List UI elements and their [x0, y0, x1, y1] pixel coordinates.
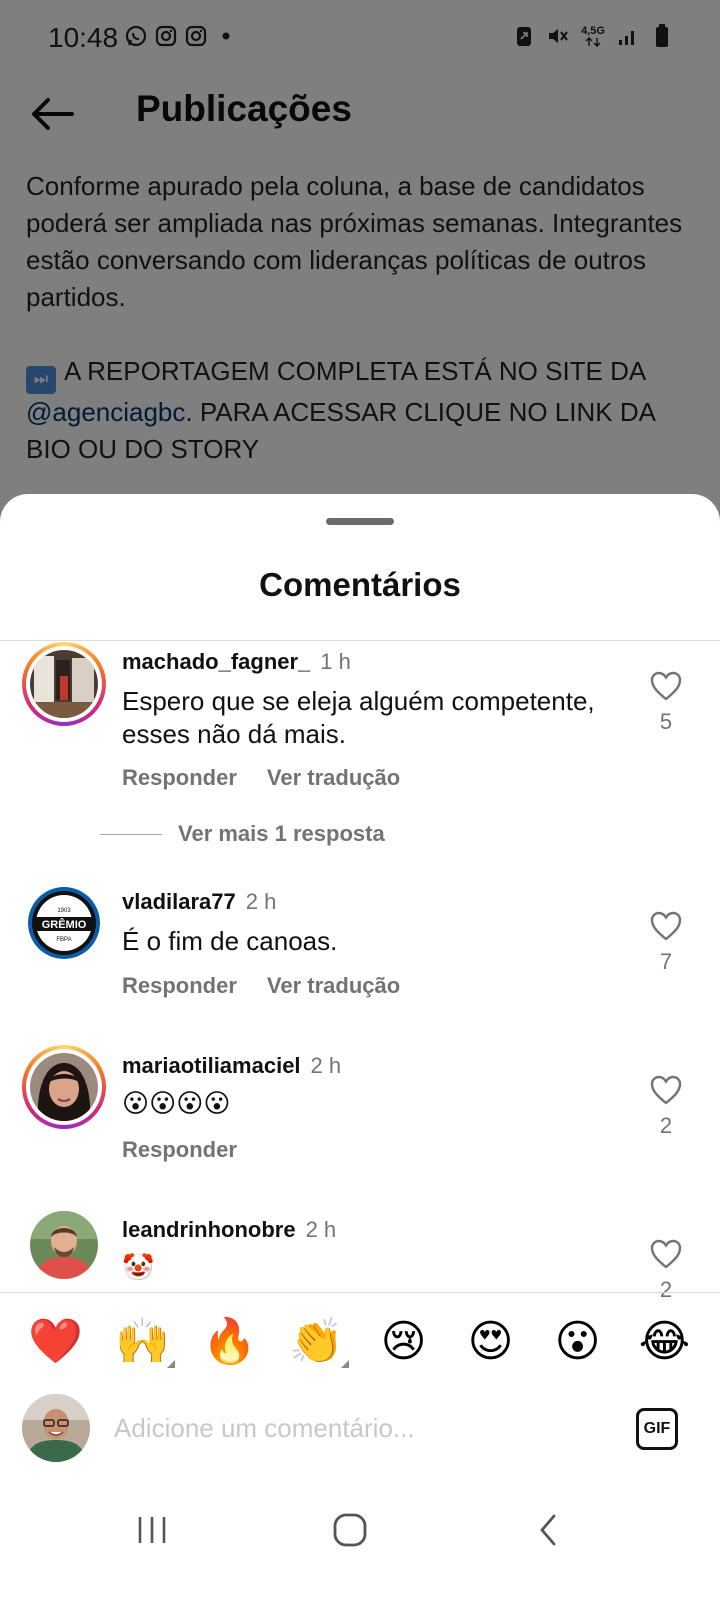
reaction-raised-hands-button[interactable]: 🙌 — [115, 1314, 175, 1370]
comment-text: 😮😮😮😮 — [122, 1088, 231, 1118]
comments-sheet: Comentários machado_fagner_ 1 h Espero qu… — [0, 494, 720, 1600]
svg-text:1903: 1903 — [57, 908, 71, 914]
skin-tone-indicator — [340, 1360, 349, 1368]
comment-username[interactable]: mariaotiliamaciel 2 h — [122, 1053, 341, 1079]
system-nav-bar — [0, 1476, 720, 1600]
avatar[interactable] — [28, 1209, 100, 1281]
like-count: 7 — [659, 949, 673, 974]
comment-username[interactable]: vladilara77 2 h — [122, 889, 276, 915]
comment-text: É o fim de canoas. — [122, 926, 338, 956]
current-user-avatar — [22, 1394, 90, 1462]
reaction-clapping-button[interactable]: 👏 — [289, 1314, 349, 1370]
recent-apps-icon[interactable] — [122, 1510, 182, 1550]
avatar[interactable] — [22, 1045, 106, 1129]
view-more-replies[interactable]: Ver mais 1 resposta — [100, 821, 385, 847]
like-control: 7 — [646, 911, 686, 975]
divider — [100, 833, 162, 835]
comment-text: 🤡 — [122, 1252, 155, 1282]
heart-icon[interactable] — [650, 911, 682, 941]
heart-icon[interactable] — [650, 671, 682, 701]
divider — [0, 1292, 720, 1293]
comment-username[interactable]: machado_fagner_ 1 h — [122, 649, 351, 675]
comment-time: 1 h — [320, 649, 351, 674]
translate-button[interactable]: Ver tradução — [267, 765, 400, 791]
reaction-laughing-button[interactable]: 😂 — [637, 1314, 693, 1370]
translate-button[interactable]: Ver tradução — [267, 973, 400, 999]
drag-handle[interactable] — [326, 518, 394, 525]
comment-text: Espero que se eleja alguém competente, e… — [122, 686, 595, 749]
heart-icon[interactable] — [650, 1239, 682, 1269]
sheet-title: Comentários — [259, 566, 461, 603]
comment-input[interactable] — [114, 1408, 604, 1448]
reaction-surprised-button[interactable]: 😮 — [550, 1314, 606, 1370]
reaction-heart-button[interactable]: ❤️ — [28, 1314, 84, 1370]
like-control: 2 — [646, 1239, 686, 1303]
reply-button[interactable]: Responder — [122, 765, 237, 791]
svg-text:GRÊMIO: GRÊMIO — [42, 918, 87, 931]
home-icon[interactable] — [320, 1510, 380, 1550]
svg-text:FBPA: FBPA — [56, 937, 71, 943]
quick-reactions-bar: ❤️ 🙌 🔥 👏 😢 😍 😮 😂 — [0, 1304, 720, 1380]
comments-list[interactable]: machado_fagner_ 1 h Espero que se eleja a… — [0, 641, 720, 1313]
avatar[interactable] — [22, 642, 106, 726]
reply-button[interactable]: Responder — [122, 973, 237, 999]
like-control: 2 — [646, 1075, 686, 1139]
comment-time: 2 h — [310, 1053, 342, 1078]
comment-composer: GIF — [0, 1388, 720, 1468]
avatar[interactable]: GRÊMIO 1903 FBPA — [22, 881, 106, 965]
reply-button[interactable]: Responder — [122, 1137, 237, 1163]
comment-time: 2 h — [245, 889, 277, 914]
back-icon[interactable] — [518, 1510, 578, 1550]
comment-username[interactable]: leandrinhonobre 2 h — [122, 1217, 336, 1243]
like-count: 2 — [659, 1277, 673, 1302]
reaction-fire-button[interactable]: 🔥 — [202, 1314, 258, 1370]
gif-button[interactable]: GIF — [636, 1408, 678, 1450]
like-control: 5 — [646, 671, 686, 735]
comment-time: 2 h — [305, 1217, 337, 1242]
heart-icon[interactable] — [650, 1075, 682, 1105]
like-count: 5 — [659, 709, 673, 734]
like-count: 2 — [659, 1113, 673, 1138]
reaction-crying-button[interactable]: 😢 — [376, 1314, 432, 1370]
reaction-heart-eyes-button[interactable]: 😍 — [463, 1314, 519, 1370]
skin-tone-indicator — [166, 1360, 175, 1368]
